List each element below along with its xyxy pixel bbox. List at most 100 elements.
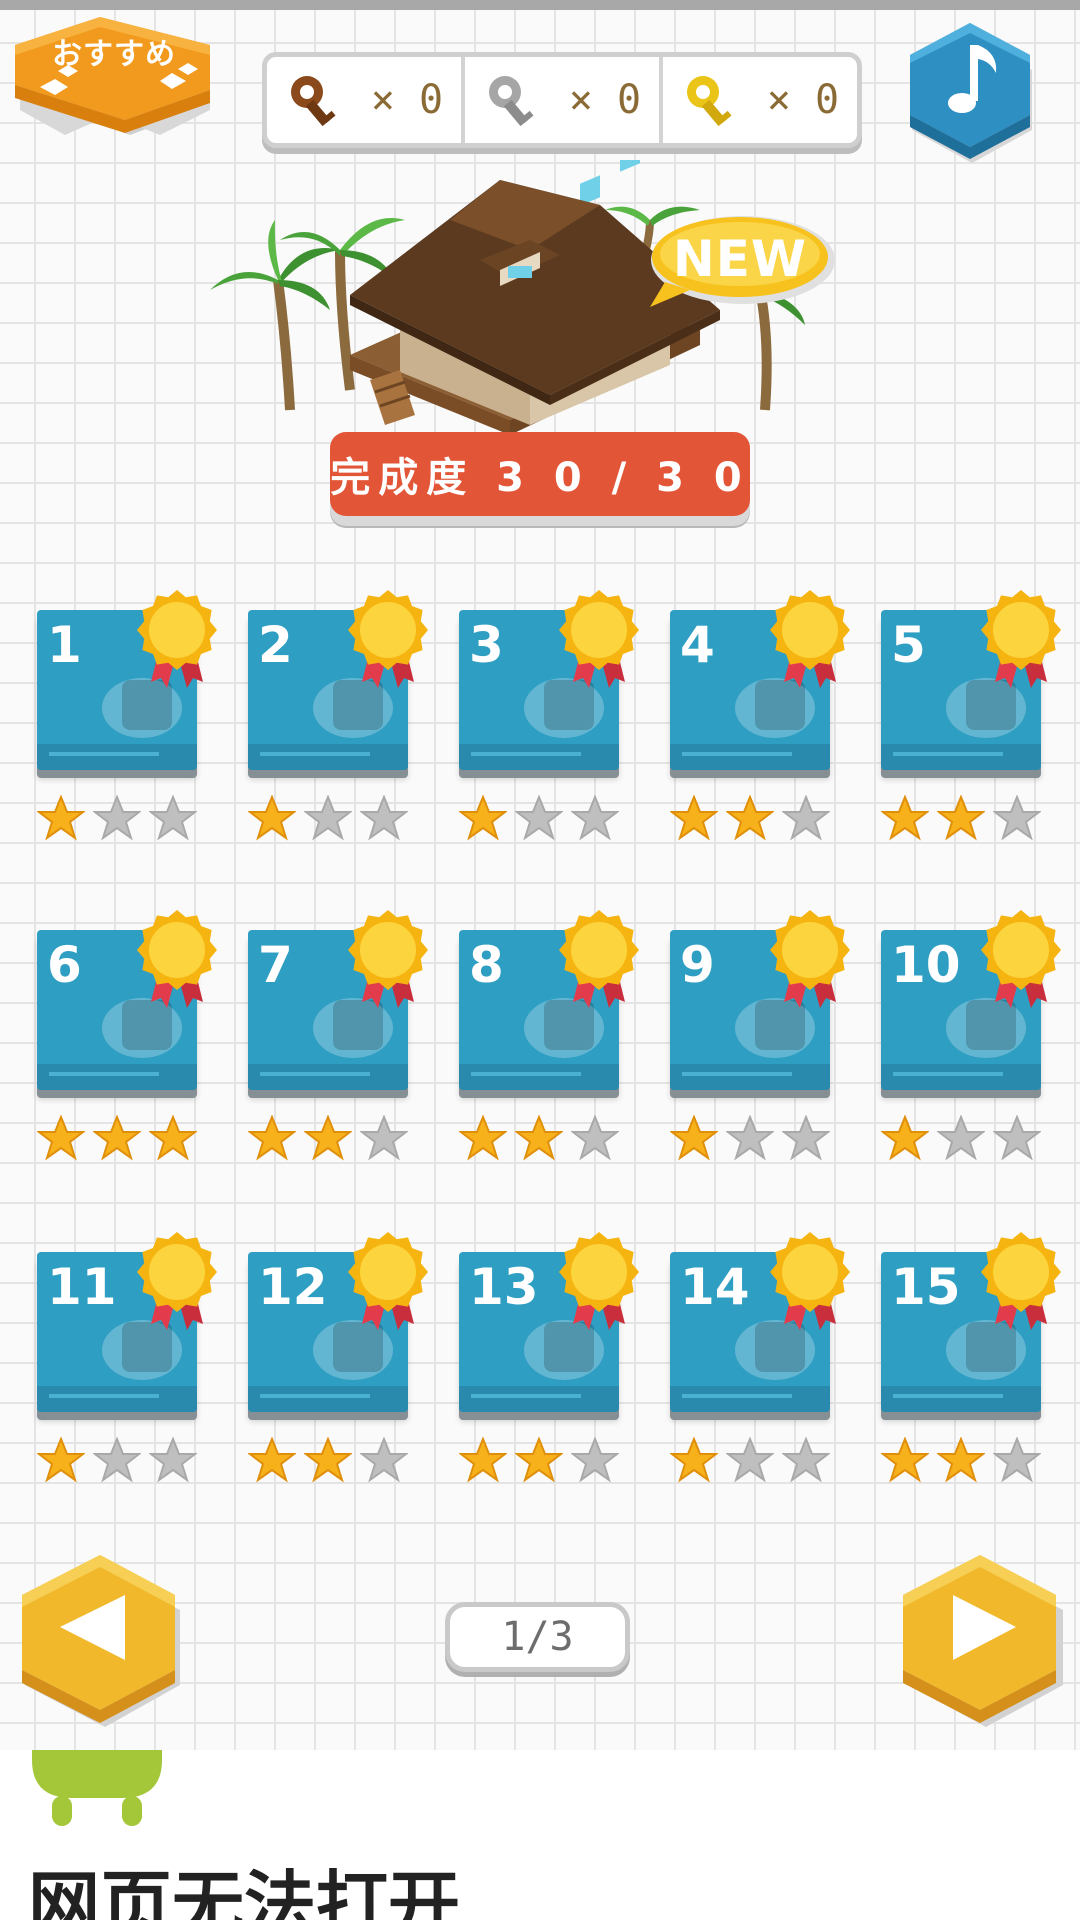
star-filled-icon [515,1437,563,1483]
silver-key-count: × 0 [568,77,642,123]
card-footer [670,744,830,770]
level-13-button[interactable]: 13 [459,1232,639,1487]
recommend-button[interactable]: おすすめ [10,15,225,165]
level-number: 1 [47,616,82,674]
level-15-button[interactable]: 15 [881,1232,1061,1487]
level-7-button[interactable]: 7 [248,910,428,1165]
star-filled-icon [37,1115,85,1161]
page-indicator: 1/3 [445,1602,630,1672]
silver-key-icon [488,76,534,127]
star-filled-icon [881,1437,929,1483]
level-number: 10 [891,936,961,994]
card-footer [248,1386,408,1412]
star-filled-icon [726,795,774,841]
level-5-button[interactable]: 5 [881,590,1061,845]
level-number: 11 [47,1258,117,1316]
bronze-key-icon [290,76,336,127]
new-badge: NEW [645,212,835,312]
level-14-button[interactable]: 14 [670,1232,850,1487]
level-11-button[interactable]: 11 [37,1232,217,1487]
gold-medal-icon [348,910,428,1008]
star-rating [670,1437,830,1483]
level-12-button[interactable]: 12 [248,1232,428,1487]
gold-key-count: × 0 [766,77,840,123]
gold-medal-icon [559,590,639,688]
star-filled-icon [248,1115,296,1161]
recommend-label: おすすめ [52,37,176,72]
star-rating [248,1437,408,1483]
gold-medal-icon [770,910,850,1008]
star-filled-icon [37,1437,85,1483]
star-rating [670,795,830,841]
card-footer [459,1064,619,1090]
gold-key-icon [686,76,732,127]
previous-page-button[interactable] [20,1545,190,1735]
star-filled-icon [937,795,985,841]
level-number: 7 [258,936,293,994]
star-empty-icon [782,1437,830,1483]
gold-medal-icon [981,590,1061,688]
level-3-button[interactable]: 3 [459,590,639,845]
gold-key-slot: × 0 [659,57,857,143]
star-empty-icon [304,795,352,841]
bronze-key-count: × 0 [370,77,444,123]
level-9-button[interactable]: 9 [670,910,850,1165]
star-filled-icon [459,1115,507,1161]
gold-medal-icon [559,1232,639,1330]
level-number: 12 [258,1258,328,1316]
level-number: 15 [891,1258,961,1316]
card-footer [37,1064,197,1090]
level-4-button[interactable]: 4 [670,590,850,845]
gold-medal-icon [137,590,217,688]
keys-counter-panel: × 0 × 0 × 0 [262,52,862,148]
bronze-key-slot: × 0 [267,57,461,143]
star-rating [670,1115,830,1161]
card-footer [881,744,1041,770]
star-filled-icon [881,795,929,841]
star-empty-icon [993,1115,1041,1161]
star-empty-icon [93,795,141,841]
level-number: 6 [47,936,82,994]
star-rating [881,795,1041,841]
level-2-button[interactable]: 2 [248,590,428,845]
card-footer [37,744,197,770]
star-rating [248,1115,408,1161]
card-footer [37,1386,197,1412]
star-empty-icon [726,1437,774,1483]
new-badge-label: NEW [672,230,808,288]
gold-medal-icon [137,910,217,1008]
star-filled-icon [93,1115,141,1161]
card-footer [248,1064,408,1090]
star-empty-icon [360,1115,408,1161]
card-footer [881,1064,1041,1090]
next-page-button[interactable] [898,1545,1068,1735]
star-filled-icon [881,1115,929,1161]
level-number: 4 [680,616,715,674]
card-footer [459,744,619,770]
card-footer [670,1386,830,1412]
star-filled-icon [248,795,296,841]
star-rating [37,1437,197,1483]
star-filled-icon [37,795,85,841]
gold-medal-icon [348,590,428,688]
completion-banner: 完成度 3 0 / 3 0 [330,432,750,516]
star-filled-icon [670,1115,718,1161]
gold-medal-icon [559,910,639,1008]
level-number: 14 [680,1258,750,1316]
star-empty-icon [571,1437,619,1483]
level-number: 3 [469,616,504,674]
star-empty-icon [993,1437,1041,1483]
level-1-button[interactable]: 1 [37,590,217,845]
star-empty-icon [782,1115,830,1161]
star-empty-icon [571,1115,619,1161]
gold-medal-icon [770,1232,850,1330]
star-rating [459,1115,619,1161]
card-footer [670,1064,830,1090]
star-rating [37,795,197,841]
level-10-button[interactable]: 10 [881,910,1061,1165]
level-6-button[interactable]: 6 [37,910,217,1165]
music-toggle-button[interactable] [900,15,1050,175]
level-8-button[interactable]: 8 [459,910,639,1165]
star-filled-icon [515,1115,563,1161]
star-empty-icon [515,795,563,841]
